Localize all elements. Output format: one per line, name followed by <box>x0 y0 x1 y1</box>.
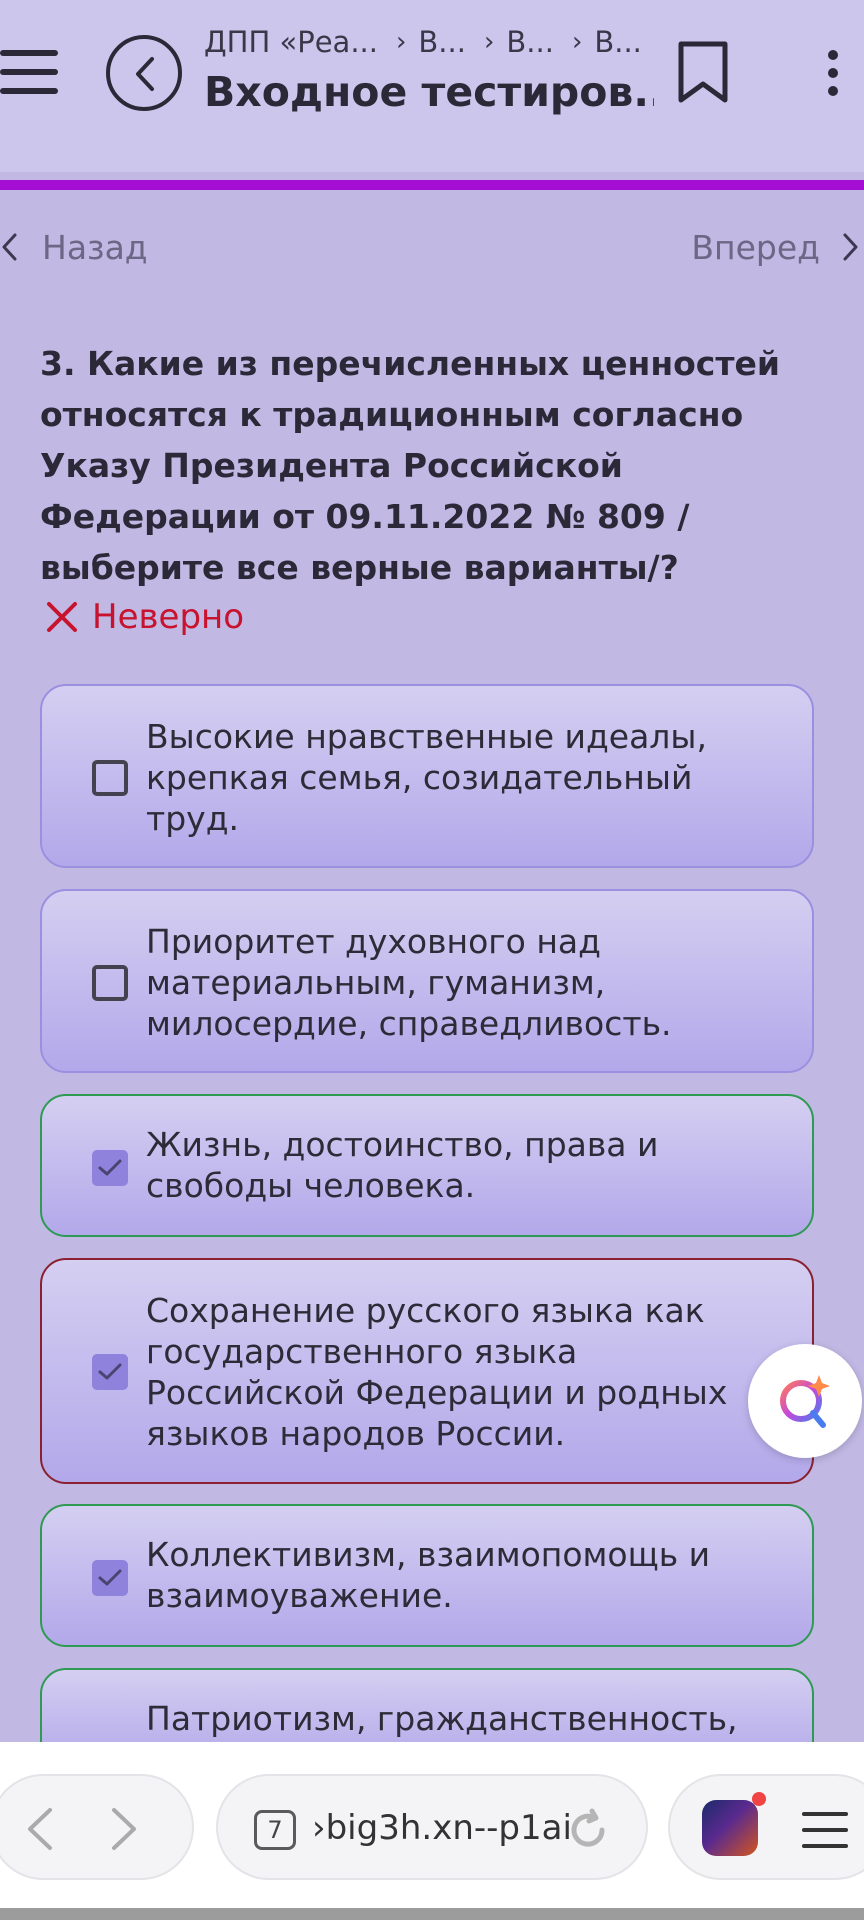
browser-back-icon[interactable] <box>20 1806 60 1852</box>
option-text: Коллективизм, взаимопомощь и взаимоуваже… <box>146 1535 711 1615</box>
answer-status-label: Неверно <box>92 597 245 637</box>
next-button[interactable]: Вперед <box>691 222 864 272</box>
breadcrumb-item[interactable]: В... <box>594 25 642 59</box>
ai-assistant-icon <box>780 1375 830 1428</box>
browser-nav-group <box>0 1774 194 1880</box>
checkmark-icon <box>98 1569 122 1586</box>
checkmark-icon <box>98 1363 122 1380</box>
breadcrumb-item[interactable]: В... <box>418 25 466 59</box>
checkbox-checked[interactable] <box>92 1560 128 1596</box>
tab-count-button[interactable]: 7 <box>254 1810 296 1850</box>
menu-icon[interactable] <box>0 50 60 94</box>
browser-toolbar: 7 ›big3h.xn--p1ai <box>0 1742 864 1908</box>
option-text: Жизнь, достоинство, права и свободы чело… <box>146 1125 659 1205</box>
answer-status: Неверно <box>46 592 244 642</box>
option-text: Приоритет духовного над материальным, гу… <box>146 922 672 1043</box>
address-bar[interactable]: 7 ›big3h.xn--p1ai <box>216 1774 648 1880</box>
back-button[interactable] <box>106 35 182 111</box>
answer-option[interactable]: Коллективизм, взаимопомощь и взаимоуваже… <box>40 1504 814 1647</box>
checkbox-checked[interactable] <box>92 1354 128 1390</box>
prev-label: Назад <box>42 227 148 267</box>
bookmark-icon <box>678 41 728 103</box>
breadcrumb-separator-icon: › <box>396 27 407 57</box>
more-vertical-icon[interactable] <box>826 50 840 96</box>
hamburger-icon[interactable] <box>802 1810 848 1850</box>
profile-menu-group <box>668 1774 864 1880</box>
checkbox[interactable] <box>92 760 128 796</box>
answer-option[interactable]: Жизнь, достоинство, права и свободы чело… <box>40 1094 814 1237</box>
question-text: 3. Какие из перечисленных ценностей отно… <box>40 344 781 587</box>
option-text: Патриотизм, гражданственность, <box>146 1699 738 1738</box>
close-x-icon <box>47 602 77 632</box>
chevron-right-icon <box>843 233 858 261</box>
option-text: Высокие нравственные идеалы, крепкая сем… <box>146 717 707 838</box>
answer-option[interactable]: Сохранение русского языка как государств… <box>40 1258 814 1484</box>
page-title: Входное тестиров... <box>204 68 654 116</box>
checkmark-icon <box>98 1159 122 1176</box>
app-header: ДПП «Реа... › В... › В... › В... Входное… <box>0 0 864 172</box>
progress-bar <box>0 180 864 190</box>
answer-option[interactable]: Высокие нравственные идеалы, крепкая сем… <box>40 684 814 868</box>
reload-icon[interactable] <box>566 1808 610 1852</box>
back-arrow-icon <box>136 57 154 91</box>
breadcrumb: ДПП «Реа... › В... › В... › В... <box>204 22 664 62</box>
profile-avatar[interactable] <box>702 1792 766 1856</box>
checkbox[interactable] <box>92 965 128 1001</box>
prev-button[interactable]: Назад <box>0 222 148 272</box>
breadcrumb-separator-icon: › <box>571 27 583 57</box>
bookmark-button[interactable] <box>676 40 730 110</box>
breadcrumb-separator-icon: › <box>483 27 495 57</box>
answer-option[interactable]: Приоритет духовного над материальным, гу… <box>40 889 814 1073</box>
next-label: Вперед <box>691 227 820 267</box>
notification-dot <box>752 1792 766 1806</box>
checkbox-checked[interactable] <box>92 1150 128 1186</box>
browser-forward-icon[interactable] <box>104 1806 144 1852</box>
url-text[interactable]: ›big3h.xn--p1ai <box>312 1808 572 1848</box>
breadcrumb-item[interactable]: В... <box>506 25 554 59</box>
breadcrumb-item[interactable]: ДПП «Реа... <box>204 25 378 59</box>
chevron-left-icon <box>2 233 17 261</box>
ai-assistant-button[interactable] <box>748 1344 862 1458</box>
system-gesture-bar <box>0 1908 864 1920</box>
option-text: Сохранение русского языка как государств… <box>146 1291 728 1453</box>
